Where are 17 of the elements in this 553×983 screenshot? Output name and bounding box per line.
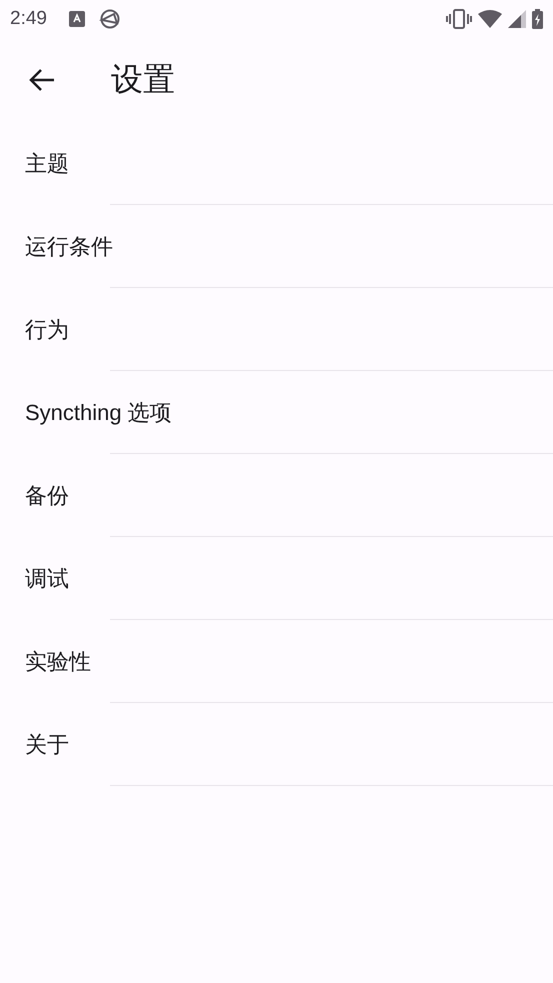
settings-item[interactable]: Syncthing 选项: [0, 371, 553, 454]
status-time: 2:49: [10, 8, 47, 30]
settings-item[interactable]: 主题: [0, 122, 553, 205]
settings-item[interactable]: 实验性: [0, 620, 553, 703]
settings-item[interactable]: 调试: [0, 537, 553, 620]
keyboard-notification-icon: [68, 11, 85, 27]
back-arrow-icon: [29, 68, 55, 92]
vibrate-icon: [446, 9, 472, 29]
settings-item[interactable]: 运行条件: [0, 205, 553, 288]
signal-icon: [508, 10, 526, 28]
wifi-icon: [478, 10, 502, 28]
battery-charging-icon: [532, 9, 543, 29]
settings-item[interactable]: 行为: [0, 288, 553, 371]
settings-item[interactable]: 备份: [0, 454, 553, 537]
network-icon: [98, 8, 121, 30]
settings-item[interactable]: 关于: [0, 703, 553, 786]
page-title: 设置: [111, 60, 175, 99]
